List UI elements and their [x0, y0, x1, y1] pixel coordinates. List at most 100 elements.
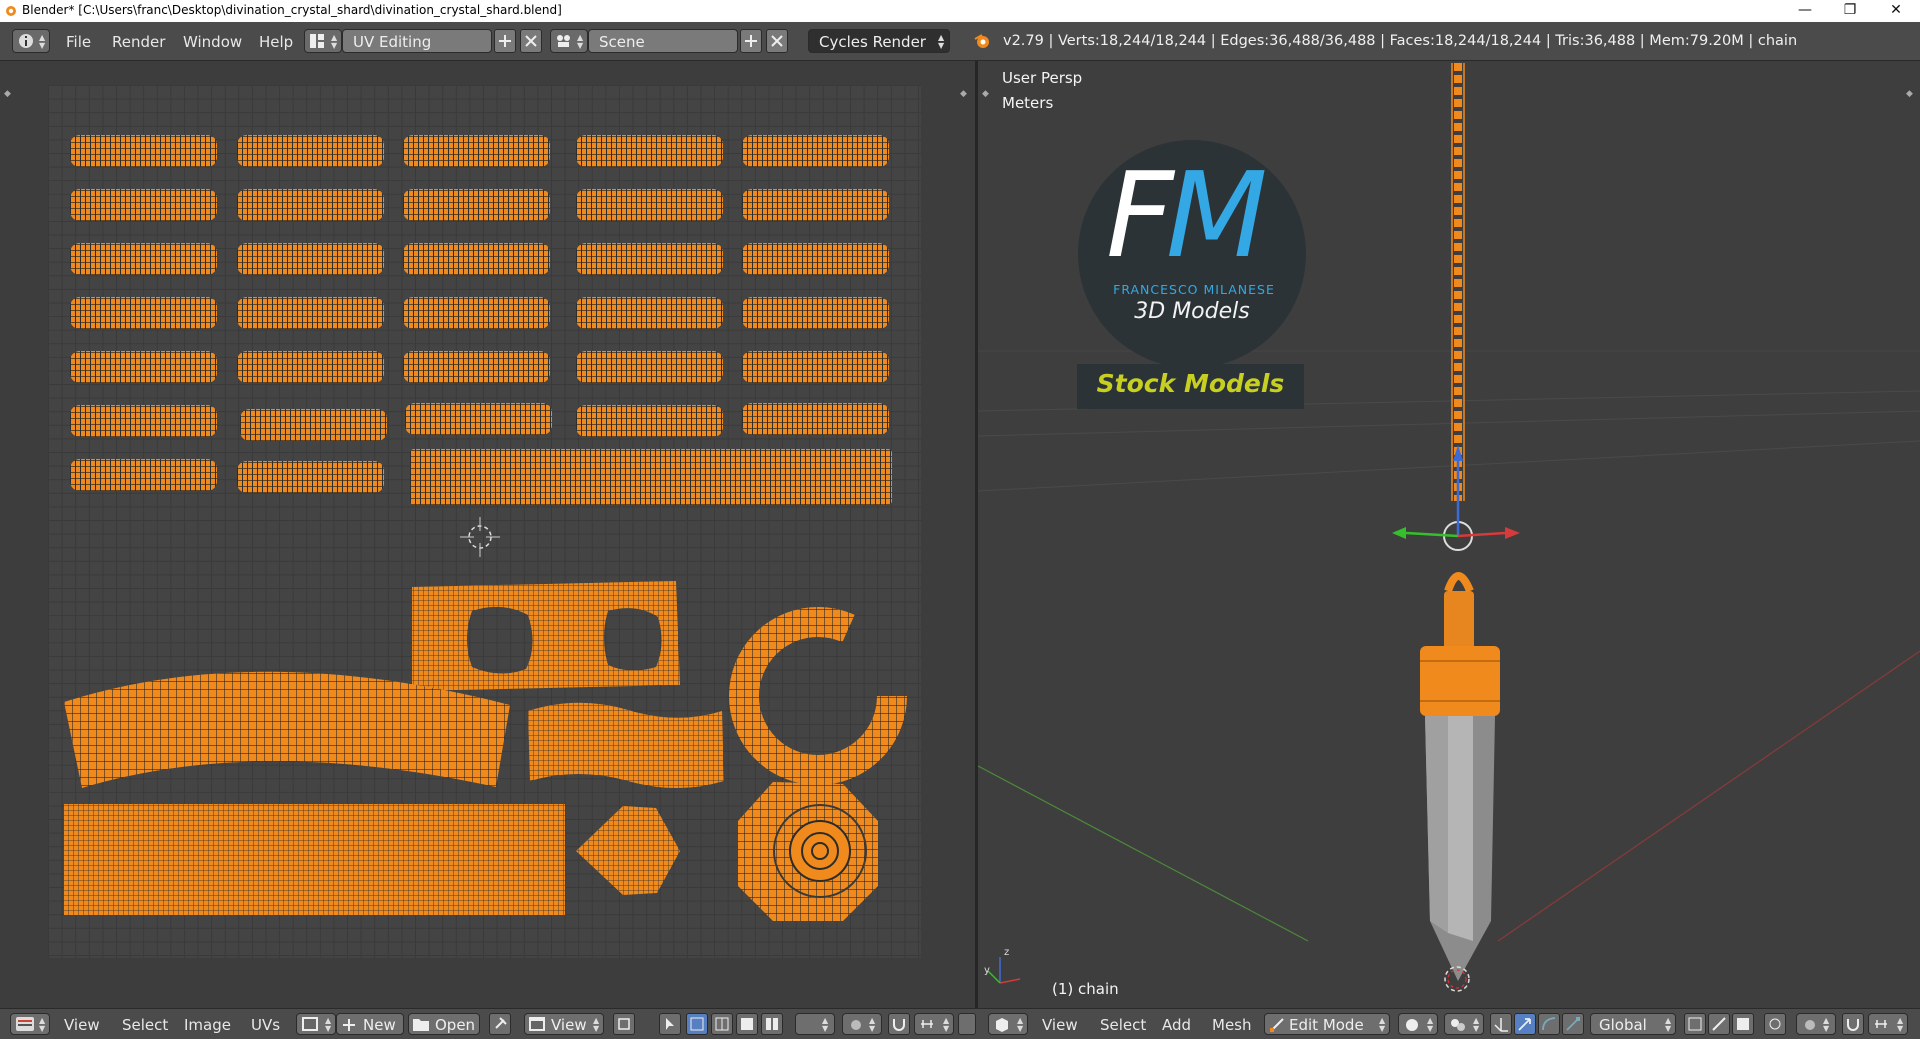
3d-viewport[interactable]: z y ◆ ◆ User Persp Meters (1) chain FM F… [978, 61, 1920, 1008]
view3d-editor-type-button[interactable]: ▲ ▼ [988, 1013, 1028, 1035]
transform-orientation-dropdown[interactable]: Global ▲ ▼ [1590, 1013, 1676, 1035]
region-toggle-icon[interactable]: ◆ [1906, 89, 1913, 99]
uv-menu-uvs[interactable]: UVs [251, 1016, 280, 1034]
image-browse-icon [302, 1017, 318, 1031]
image-browse-button[interactable]: ▲ ▼ [296, 1013, 336, 1035]
uv-island[interactable] [240, 409, 387, 441]
proportional-edit-dropdown[interactable]: ▲ ▼ [842, 1013, 882, 1035]
uv-island[interactable] [70, 135, 217, 167]
maximize-button[interactable]: ❐ [1827, 0, 1873, 22]
menu-render[interactable]: Render [112, 33, 165, 51]
viewport-shading-dropdown[interactable]: ▲ ▼ [1398, 1013, 1438, 1035]
uv-island[interactable] [742, 403, 889, 435]
view3d-menu-add[interactable]: Add [1162, 1016, 1191, 1034]
uv-island[interactable] [70, 297, 217, 329]
uv-island[interactable] [70, 351, 217, 383]
uv-grid[interactable] [48, 85, 921, 958]
region-toggle-icon[interactable]: ◆ [960, 89, 967, 99]
region-toggle-icon[interactable]: ◆ [982, 89, 989, 99]
manipulator-toggle[interactable] [1490, 1013, 1512, 1035]
uv-island[interactable] [403, 135, 550, 167]
select-vertex-mode-button[interactable] [1684, 1013, 1706, 1035]
limit-selection-button[interactable] [1764, 1013, 1786, 1035]
minimize-button[interactable]: — [1782, 0, 1828, 22]
uv-island[interactable] [576, 351, 723, 383]
menu-help[interactable]: Help [259, 33, 293, 51]
uv-island[interactable] [742, 297, 889, 329]
pivot-point-dropdown[interactable]: ▲ ▼ [1444, 1013, 1484, 1035]
menu-file[interactable]: File [66, 33, 91, 51]
select-face-mode-button[interactable] [1732, 1013, 1754, 1035]
scene-selector-button[interactable]: ▲ ▼ [550, 29, 588, 53]
uv-island[interactable] [742, 243, 889, 275]
new-image-button[interactable]: New [336, 1013, 404, 1035]
layout-name-field[interactable]: UV Editing [342, 29, 492, 53]
uv-island[interactable] [403, 243, 550, 275]
screen-layout-button[interactable]: ▲ ▼ [304, 29, 342, 53]
uv-island[interactable] [576, 135, 723, 167]
uv-island[interactable] [70, 189, 217, 221]
uv-island[interactable] [237, 189, 384, 221]
delete-scene-button[interactable] [766, 29, 788, 53]
uv-island[interactable] [237, 243, 384, 275]
uv-island[interactable] [403, 297, 550, 329]
scene-name-field[interactable]: Scene [588, 29, 738, 53]
uv-island[interactable] [70, 243, 217, 275]
select-vertex-button[interactable] [686, 1013, 708, 1035]
select-face-button[interactable] [736, 1013, 758, 1035]
uv-island[interactable] [403, 351, 550, 383]
uv-island[interactable] [403, 189, 550, 221]
editor-type-info-button[interactable]: ▲ ▼ [12, 29, 50, 53]
snap-element-dropdown[interactable]: ▲ ▼ [914, 1013, 954, 1035]
uv-menu-view[interactable]: View [64, 1016, 100, 1034]
delete-layout-button[interactable] [520, 29, 542, 53]
open-image-button[interactable]: Open [408, 1013, 480, 1035]
uv-island[interactable] [70, 459, 217, 491]
uv-menu-image[interactable]: Image [184, 1016, 231, 1034]
proportional-edit-3d-dropdown[interactable]: ▲ ▼ [1796, 1013, 1836, 1035]
translate-manipulator-button[interactable] [1514, 1013, 1536, 1035]
uv-island[interactable] [70, 405, 217, 437]
uv-island[interactable] [742, 351, 889, 383]
render-engine-dropdown[interactable]: Cycles Render ▲ ▼ [808, 29, 950, 53]
uv-lower-islands[interactable] [48, 545, 921, 925]
menu-window[interactable]: Window [183, 33, 242, 51]
uv-island[interactable] [576, 297, 723, 329]
uv-island-long-strip[interactable] [410, 449, 892, 505]
uv-footer-overflow[interactable] [958, 1013, 976, 1035]
uv-island[interactable] [576, 405, 723, 437]
select-edge-mode-button[interactable] [1708, 1013, 1730, 1035]
view3d-menu-select[interactable]: Select [1100, 1016, 1146, 1034]
view3d-menu-mesh[interactable]: Mesh [1212, 1016, 1252, 1034]
region-toggle-icon[interactable]: ◆ [4, 89, 11, 99]
pivot-button[interactable] [613, 1013, 635, 1035]
uv-island[interactable] [237, 297, 384, 329]
uv-island[interactable] [237, 461, 384, 493]
uv-island[interactable] [405, 403, 552, 435]
scale-manipulator-button[interactable] [1562, 1013, 1584, 1035]
sticky-select-dropdown[interactable]: ▲ ▼ [795, 1013, 835, 1035]
uv-island[interactable] [742, 189, 889, 221]
snap-3d-toggle[interactable] [1842, 1013, 1864, 1035]
view3d-menu-view[interactable]: View [1042, 1016, 1078, 1034]
uv-island[interactable] [576, 189, 723, 221]
uv-island[interactable] [576, 243, 723, 275]
pin-button[interactable] [489, 1013, 511, 1035]
select-edge-button[interactable] [711, 1013, 733, 1035]
uv-island[interactable] [237, 351, 384, 383]
uv-island[interactable] [742, 135, 889, 167]
rotate-manipulator-button[interactable] [1538, 1013, 1560, 1035]
view-mode-dropdown[interactable]: View ▲ ▼ [524, 1013, 604, 1035]
interaction-mode-dropdown[interactable]: Edit Mode ▲ ▼ [1264, 1013, 1390, 1035]
uv-menu-select[interactable]: Select [122, 1016, 168, 1034]
sync-select-button[interactable] [659, 1013, 681, 1035]
uv-editor-type-button[interactable]: ▲ ▼ [10, 1013, 50, 1035]
snap-3d-element-dropdown[interactable]: ▲ ▼ [1868, 1013, 1908, 1035]
add-layout-button[interactable] [494, 29, 516, 53]
select-island-button[interactable] [761, 1013, 783, 1035]
snap-toggle[interactable] [888, 1013, 910, 1035]
uv-image-editor[interactable]: ◆ ◆ [0, 61, 974, 1008]
uv-island[interactable] [237, 135, 384, 167]
close-window-button[interactable]: ✕ [1873, 0, 1919, 22]
add-scene-button[interactable] [740, 29, 762, 53]
